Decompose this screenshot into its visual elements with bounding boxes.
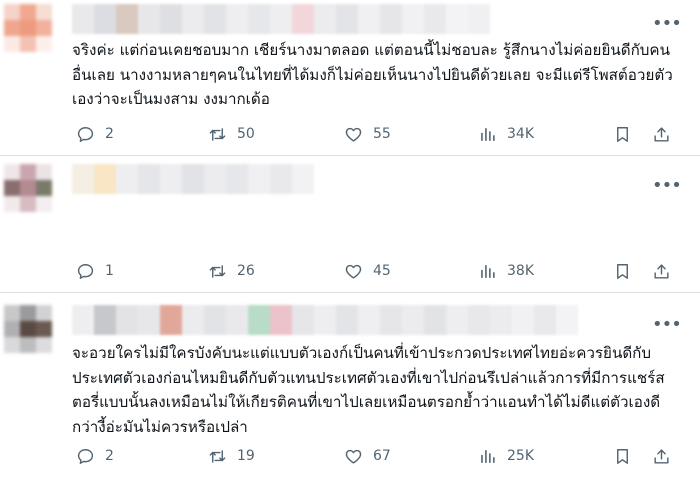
post-2[interactable]: ••• 1 26 45 38K	[0, 156, 700, 291]
heart-icon	[345, 127, 362, 142]
more-horizontal-icon: •••	[652, 314, 682, 335]
views-bar-chart-icon	[481, 127, 495, 141]
more-options-button[interactable]: •••	[652, 176, 682, 196]
share-button[interactable]	[652, 444, 671, 468]
user-name-blurred[interactable]	[72, 164, 314, 194]
repost-count: 19	[237, 448, 255, 464]
like-button[interactable]: 45	[344, 259, 391, 283]
reply-bubble-icon	[77, 263, 94, 279]
post-text: จะอวยใครไม่มีใครบังคับนะแต่แบบตัวเองก์เป…	[72, 344, 665, 436]
bookmark-icon	[617, 263, 628, 279]
repost-button[interactable]: 19	[208, 444, 255, 468]
avatar[interactable]	[4, 164, 52, 212]
avatar[interactable]	[4, 4, 52, 52]
views-bar-chart-icon	[481, 449, 495, 463]
post-3[interactable]: ••• จะอวยใครไม่มีใครบังคับนะแต่แบบตัวเอง…	[0, 293, 700, 478]
reply-bubble-icon	[77, 448, 94, 464]
heart-icon	[345, 264, 362, 279]
like-count: 45	[373, 263, 391, 279]
user-name-blurred[interactable]	[72, 305, 578, 335]
repost-arrows-icon	[209, 127, 226, 141]
more-horizontal-icon: •••	[652, 175, 682, 196]
repost-arrows-icon	[209, 449, 226, 463]
view-count: 25K	[507, 448, 534, 464]
bookmark-button[interactable]	[613, 122, 632, 146]
bookmark-icon	[617, 126, 628, 142]
bookmark-button[interactable]	[613, 444, 632, 468]
like-count: 55	[373, 126, 391, 142]
post-actions: 2 50 55 34K	[76, 122, 676, 146]
reply-button[interactable]: 2	[76, 444, 114, 468]
repost-count: 26	[237, 263, 255, 279]
repost-button[interactable]: 50	[208, 122, 255, 146]
share-upload-icon	[654, 448, 669, 464]
view-count: 34K	[507, 126, 534, 142]
post-1[interactable]: ••• จริงค่ะ แต่ก่อนเคยชอบมาก เชียร์นางมา…	[0, 0, 700, 154]
views-button[interactable]: 34K	[478, 122, 534, 146]
more-options-button[interactable]: •••	[652, 315, 682, 335]
bookmark-icon	[617, 448, 628, 464]
share-upload-icon	[654, 126, 669, 142]
share-button[interactable]	[652, 259, 671, 283]
view-count: 38K	[507, 263, 534, 279]
repost-button[interactable]: 26	[208, 259, 255, 283]
post-actions: 1 26 45 38K	[76, 259, 676, 283]
share-button[interactable]	[652, 122, 671, 146]
reply-count: 2	[105, 448, 114, 464]
reply-count: 1	[105, 263, 114, 279]
reply-button[interactable]: 2	[76, 122, 114, 146]
reply-button[interactable]: 1	[76, 259, 114, 283]
like-count: 67	[373, 448, 391, 464]
bookmark-button[interactable]	[613, 259, 632, 283]
heart-icon	[345, 449, 362, 464]
views-button[interactable]: 38K	[478, 259, 534, 283]
reply-bubble-icon	[77, 126, 94, 142]
views-button[interactable]: 25K	[478, 444, 534, 468]
views-bar-chart-icon	[481, 264, 495, 278]
more-horizontal-icon: •••	[652, 13, 682, 34]
user-name-blurred[interactable]	[72, 4, 490, 34]
like-button[interactable]: 55	[344, 122, 391, 146]
reply-count: 2	[105, 126, 114, 142]
post-actions: 2 19 67 25K	[76, 444, 676, 468]
more-options-button[interactable]: •••	[652, 14, 682, 34]
like-button[interactable]: 67	[344, 444, 391, 468]
repost-count: 50	[237, 126, 255, 142]
repost-arrows-icon	[209, 264, 226, 278]
post-text: จริงค่ะ แต่ก่อนเคยชอบมาก เชียร์นางมาตลอด…	[72, 41, 673, 108]
share-upload-icon	[654, 263, 669, 279]
avatar[interactable]	[4, 305, 52, 353]
